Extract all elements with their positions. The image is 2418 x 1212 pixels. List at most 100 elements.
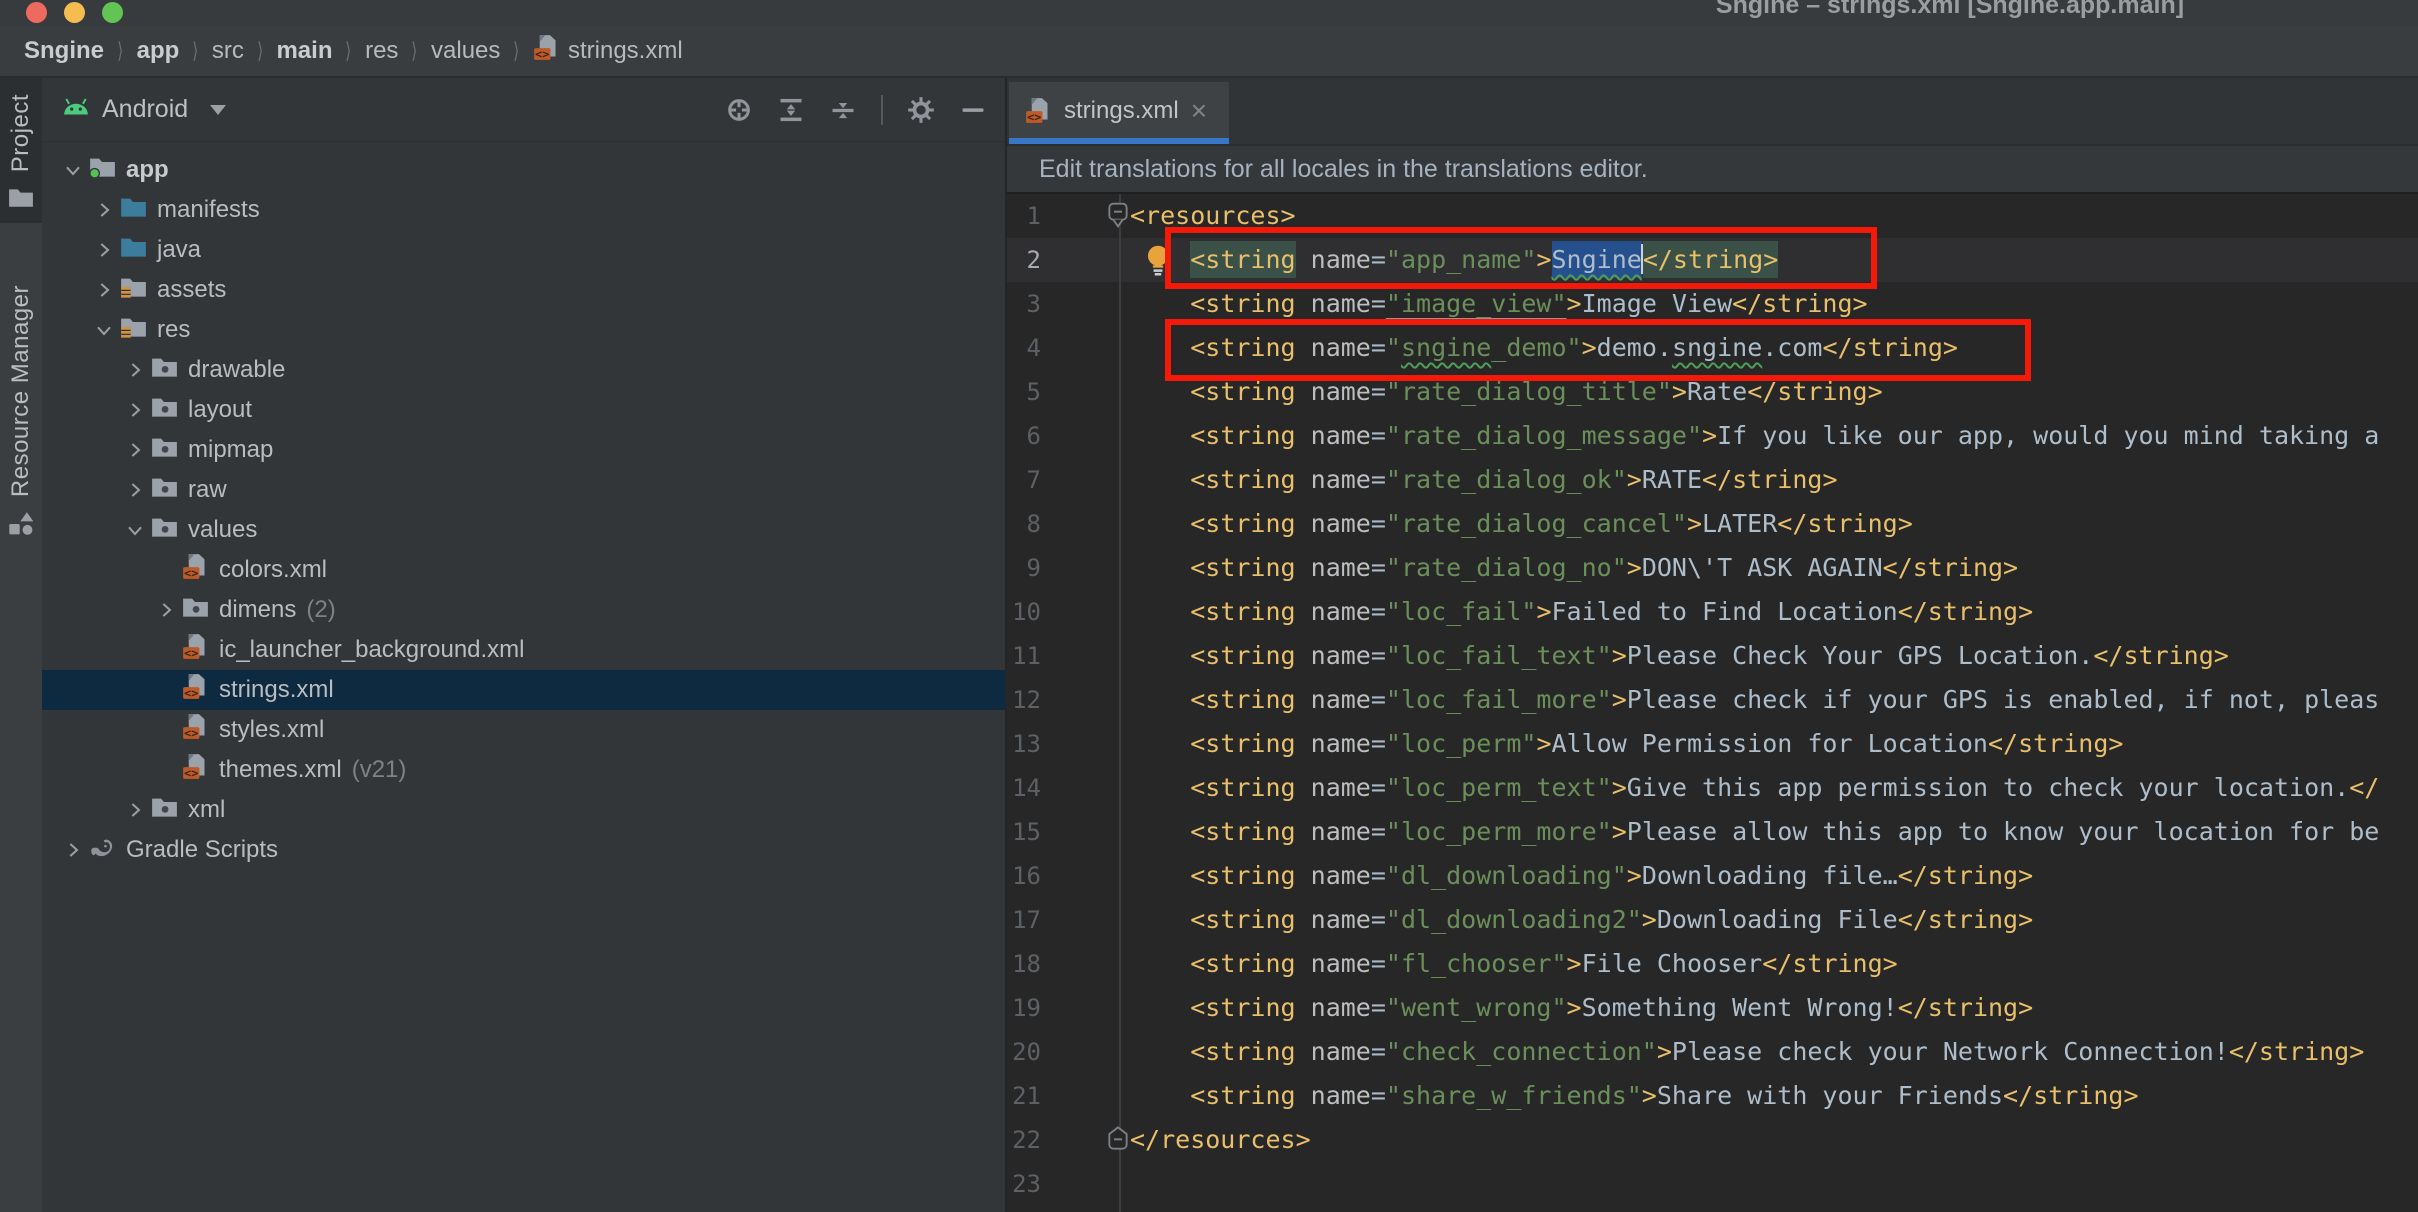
chevron-right-icon[interactable] [89,235,119,265]
code-token: "loc_perm" [1386,729,1537,758]
code-line-11[interactable]: 11 <string name="loc_fail_text">Please C… [1007,634,2418,678]
hide-panel-button[interactable] [959,96,987,124]
code-token: <string [1190,861,1295,890]
tab-strings-xml[interactable]: <> strings.xml × [1009,82,1229,144]
tree-item-raw[interactable]: raw [42,470,1005,510]
code-token: "loc_perm_text" [1386,773,1612,802]
chevron-right-icon[interactable] [120,395,150,425]
maximize-window-button[interactable] [102,2,123,23]
tree-item-styles-xml[interactable]: <> styles.xml [42,710,1005,750]
project-tool-label: Project [7,94,35,172]
tree-item-res[interactable]: res [42,310,1005,350]
chevron-right-icon[interactable] [89,195,119,225]
code-token: <string [1190,729,1295,758]
tree-item-drawable[interactable]: drawable [42,350,1005,390]
tree-item-layout[interactable]: layout [42,390,1005,430]
code-token: <string [1190,685,1295,714]
project-view-label: Android [102,95,188,124]
code-line-16[interactable]: 16 <string name="dl_downloading">Downloa… [1007,854,2418,898]
project-tool-window: Android app manifests java [42,78,1005,1212]
code-line-9[interactable]: 9 <string name="rate_dialog_no">DON\'T A… [1007,546,2418,590]
translations-editor-banner[interactable]: Edit translations for all locales in the… [1007,144,2418,194]
tree-item-strings-xml[interactable]: <> strings.xml [42,670,1005,710]
project-view-selector[interactable]: Android [62,95,226,124]
tree-item-assets[interactable]: assets [42,270,1005,310]
expand-all-button[interactable] [777,96,805,124]
code-line-23[interactable]: 23 [1007,1162,2418,1206]
chevron-down-icon[interactable] [58,155,88,185]
tree-item-mipmap[interactable]: mipmap [42,430,1005,470]
breadcrumb-item-strings-xml[interactable]: <> strings.xml [533,34,683,68]
code-line-8[interactable]: 8 <string name="rate_dialog_cancel">LATE… [1007,502,2418,546]
resource-type-folder-icon [151,355,178,385]
code-token [1130,905,1190,934]
code-token: RATE [1642,465,1702,494]
chevron-right-icon[interactable] [89,275,119,305]
chevron-down-icon[interactable] [89,315,119,345]
breadcrumb-item-main[interactable]: main [276,37,332,65]
code-token [1296,1081,1311,1110]
code-token: > [1627,465,1642,494]
gear-button[interactable] [907,96,935,124]
collapse-all-button[interactable] [829,96,857,124]
code-line-13[interactable]: 13 <string name="loc_perm">Allow Permiss… [1007,722,2418,766]
tool-button-project[interactable]: Project [0,78,42,223]
tree-item-gradle-scripts[interactable]: Gradle Scripts [42,830,1005,870]
breadcrumb-item-sngine[interactable]: Sngine [24,37,104,65]
tree-item-xml[interactable]: xml [42,790,1005,830]
minimize-window-button[interactable] [64,2,85,23]
code-token: <string [1190,1081,1295,1110]
fold-end-icon[interactable] [1108,1127,1128,1156]
fold-start-icon[interactable] [1108,205,1128,234]
chevron-down-icon[interactable] [120,515,150,545]
tool-button-resource-manager[interactable]: Resource Manager [0,269,42,552]
breadcrumb-item-res[interactable]: res [365,37,398,65]
chevron-right-icon[interactable] [120,355,150,385]
code-token: name [1311,421,1371,450]
chevron-right-icon[interactable] [58,835,88,865]
tree-item-manifests[interactable]: manifests [42,190,1005,230]
code-line-6[interactable]: 6 <string name="rate_dialog_message">If … [1007,414,2418,458]
close-tab-icon[interactable]: × [1191,101,1207,125]
breadcrumb-item-src[interactable]: src [212,37,244,65]
code-token: > [1612,641,1627,670]
tree-item-ic-launcher-background-xml[interactable]: <> ic_launcher_background.xml [42,630,1005,670]
code-token: = [1371,861,1386,890]
code-line-12[interactable]: 12 <string name="loc_fail_more">Please c… [1007,678,2418,722]
tree-item-java[interactable]: java [42,230,1005,270]
code-line-10[interactable]: 10 <string name="loc_fail">Failed to Fin… [1007,590,2418,634]
code-line-19[interactable]: 19 <string name="went_wrong">Something W… [1007,986,2418,1030]
tree-item-themes-xml[interactable]: <> themes.xml (v21) [42,750,1005,790]
chevron-right-icon[interactable] [120,475,150,505]
code-line-15[interactable]: 15 <string name="loc_perm_more">Please a… [1007,810,2418,854]
code-token: </string> [1898,905,2033,934]
tree-item-suffix: (v21) [352,756,407,784]
code-line-7[interactable]: 7 <string name="rate_dialog_ok">RATE</st… [1007,458,2418,502]
code-line-18[interactable]: 18 <string name="fl_chooser">File Choose… [1007,942,2418,986]
code-line-22[interactable]: 22 </resources> [1007,1118,2418,1162]
chevron-right-icon[interactable] [120,795,150,825]
breadcrumb-item-values[interactable]: values [431,37,500,65]
chevron-down-icon [210,105,226,115]
tree-item-values[interactable]: values [42,510,1005,550]
breadcrumb-item-app[interactable]: app [137,37,180,65]
chevron-right-icon[interactable] [120,435,150,465]
code-token: name [1311,553,1371,582]
code-line-14[interactable]: 14 <string name="loc_perm_text">Give thi… [1007,766,2418,810]
project-panel-header: Android [42,78,1005,142]
svg-text:<>: <> [184,726,198,740]
chevron-right-icon[interactable] [151,595,181,625]
code-token: File Chooser [1582,949,1763,978]
code-line-20[interactable]: 20 <string name="check_connection">Pleas… [1007,1030,2418,1074]
code-token [1130,729,1190,758]
code-editor[interactable]: 1 <resources> 2 <string name="app_name">… [1007,194,2418,1212]
code-token: = [1371,905,1386,934]
code-line-21[interactable]: 21 <string name="share_w_friends">Share … [1007,1074,2418,1118]
locate-file-button[interactable] [725,96,753,124]
close-window-button[interactable] [26,2,47,23]
tree-item-colors-xml[interactable]: <> colors.xml [42,550,1005,590]
code-token: name [1311,509,1371,538]
code-line-17[interactable]: 17 <string name="dl_downloading2">Downlo… [1007,898,2418,942]
tree-item-app[interactable]: app [42,150,1005,190]
tree-item-dimens[interactable]: dimens (2) [42,590,1005,630]
